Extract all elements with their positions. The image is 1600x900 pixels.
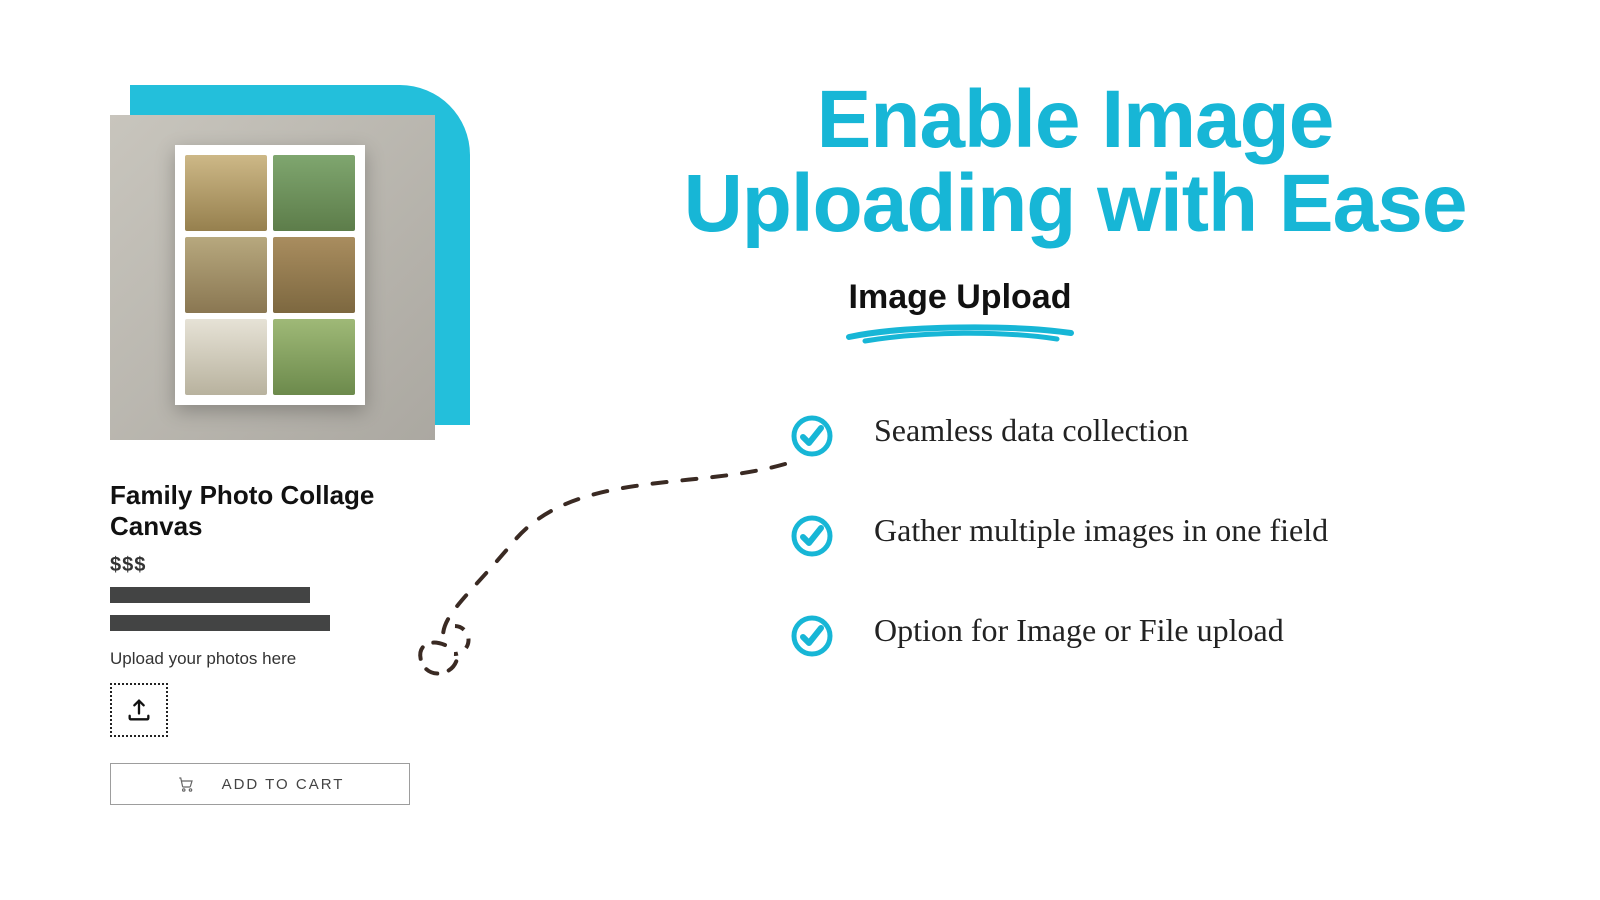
upload-dropzone[interactable] [110,683,168,737]
feature-item: Option for Image or File upload [790,610,1490,658]
scribble-underline-icon [845,319,1075,347]
headline-line1: Enable Image [817,74,1334,165]
subheading-block: Image Upload [845,278,1075,352]
upload-icon [125,696,153,724]
feature-list: Seamless data collection Gather multiple… [790,410,1490,710]
product-title: Family Photo Collage Canvas [110,480,470,542]
subheading: Image Upload [845,278,1075,317]
collage-photo [273,155,355,231]
collage-photo [185,319,267,395]
placeholder-bar [110,615,330,631]
headline-line2: Uploading with Ease [684,158,1467,249]
product-card: Family Photo Collage Canvas $$$ Upload y… [110,95,470,805]
add-to-cart-label: ADD TO CART [222,776,345,793]
collage-photo [185,155,267,231]
feature-text: Option for Image or File upload [874,610,1284,651]
check-circle-icon [790,614,834,658]
feature-text: Gather multiple images in one field [874,510,1328,551]
check-circle-icon [790,514,834,558]
headline: Enable Image Uploading with Ease [575,78,1575,245]
placeholder-bar [110,587,310,603]
photo-collage-frame [175,145,365,405]
collage-photo [273,237,355,313]
feature-item: Gather multiple images in one field [790,510,1490,558]
add-to-cart-button[interactable]: ADD TO CART [110,763,410,805]
check-circle-icon [790,414,834,458]
feature-text: Seamless data collection [874,410,1189,451]
collage-photo [185,237,267,313]
feature-item: Seamless data collection [790,410,1490,458]
collage-photo [273,319,355,395]
product-image [110,115,435,440]
upload-label: Upload your photos here [110,649,470,669]
cart-icon [176,775,196,793]
product-price: $$$ [110,554,470,577]
